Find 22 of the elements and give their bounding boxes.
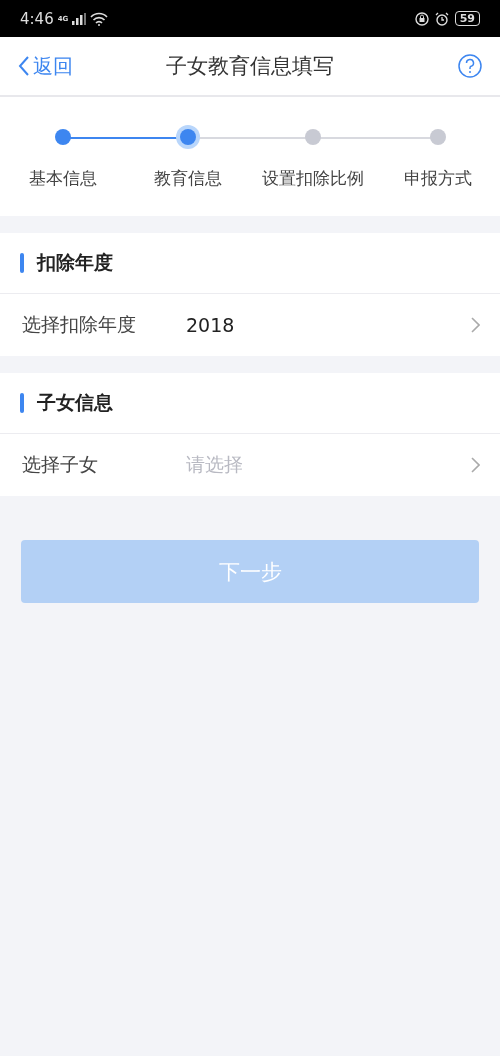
signal-icon xyxy=(72,12,87,25)
chevron-right-icon xyxy=(471,457,480,473)
section-title: 扣除年度 xyxy=(37,250,113,275)
accent-bar xyxy=(20,253,24,273)
chevron-right-icon xyxy=(471,317,480,333)
wifi-icon xyxy=(90,11,109,26)
step-label: 设置扣除比例 xyxy=(261,167,364,190)
step-label: 申报方式 xyxy=(403,167,472,190)
select-row[interactable]: 选择扣除年度 2018 xyxy=(0,294,500,356)
alarm-icon xyxy=(434,11,449,26)
lock-rotation-icon xyxy=(414,11,429,26)
step-label: 基本信息 xyxy=(28,167,97,190)
section-title: 子女信息 xyxy=(37,390,113,415)
help-icon[interactable] xyxy=(458,54,482,78)
chevron-left-icon xyxy=(18,55,30,77)
step-label: 教育信息 xyxy=(153,167,222,190)
clock-time: 4:46 xyxy=(20,9,54,28)
accent-bar xyxy=(20,393,24,413)
back-button[interactable]: 返回 xyxy=(18,52,73,80)
page-title: 子女教育信息填写 xyxy=(165,53,335,80)
select-row[interactable]: 选择子女 请选择 xyxy=(0,434,500,496)
battery-level: 59 xyxy=(454,11,480,26)
